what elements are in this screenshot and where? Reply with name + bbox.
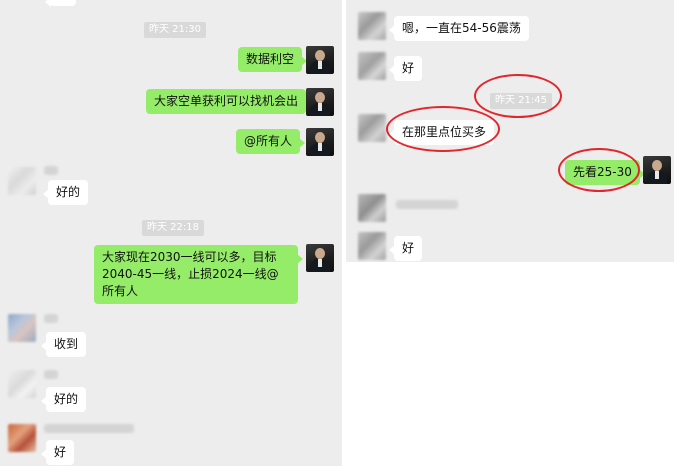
blurred-avatar[interactable] — [358, 12, 386, 40]
message-bubble-outgoing[interactable]: 大家空单获利可以找机会出 — [146, 89, 312, 114]
user-avatar[interactable] — [643, 156, 671, 184]
sender-name-blurred — [396, 200, 458, 209]
blurred-avatar[interactable] — [8, 167, 36, 195]
message-bubble-incoming[interactable]: 好 — [388, 56, 423, 81]
sender-name-blurred — [44, 424, 134, 433]
message-bubble-incoming[interactable]: 好的 — [42, 180, 89, 205]
annotation-circle — [474, 74, 562, 118]
timestamp: 昨天 22:18 — [142, 220, 204, 236]
blurred-avatar[interactable] — [358, 232, 386, 260]
message-bubble-outgoing[interactable]: 大家现在2030一线可以多，目标2040-45一线，止损2024一线@所有人 — [94, 245, 303, 304]
message-bubble-outgoing[interactable]: @所有人 — [236, 129, 306, 154]
user-avatar[interactable] — [306, 244, 334, 272]
blurred-avatar[interactable] — [358, 194, 386, 222]
user-avatar[interactable] — [306, 46, 334, 74]
message-bubble-incoming[interactable]: 好的 — [40, 387, 87, 412]
user-avatar[interactable] — [306, 128, 334, 156]
chat-pane-right: 嗯，一直在54-56震荡 好 昨天 21:45 在那里点位买多 先看25-30 … — [346, 0, 674, 262]
sender-name-blurred — [44, 370, 58, 379]
blurred-avatar[interactable] — [8, 370, 36, 398]
blurred-avatar[interactable] — [358, 52, 386, 80]
timestamp: 昨天 21:30 — [144, 22, 206, 38]
blurred-avatar[interactable] — [8, 314, 36, 342]
message-bubble-partial[interactable] — [45, 0, 76, 7]
sender-name-blurred — [44, 314, 58, 323]
message-bubble-incoming[interactable]: 收到 — [40, 332, 87, 357]
blurred-avatar[interactable] — [8, 424, 36, 452]
annotation-circle — [386, 106, 500, 152]
annotation-circle — [558, 148, 640, 192]
sender-name-blurred — [44, 166, 58, 175]
message-bubble-incoming[interactable]: 嗯，一直在54-56震荡 — [389, 16, 529, 41]
message-bubble-incoming[interactable]: 好 — [388, 236, 423, 261]
message-bubble-outgoing[interactable]: 数据利空 — [238, 47, 308, 72]
user-avatar[interactable] — [306, 88, 334, 116]
chat-pane-left: 昨天 21:30 数据利空 大家空单获利可以找机会出 @所有人 好的 昨天 22… — [0, 0, 342, 466]
blurred-avatar[interactable] — [358, 114, 386, 142]
message-bubble-incoming[interactable]: 好 — [40, 440, 75, 465]
